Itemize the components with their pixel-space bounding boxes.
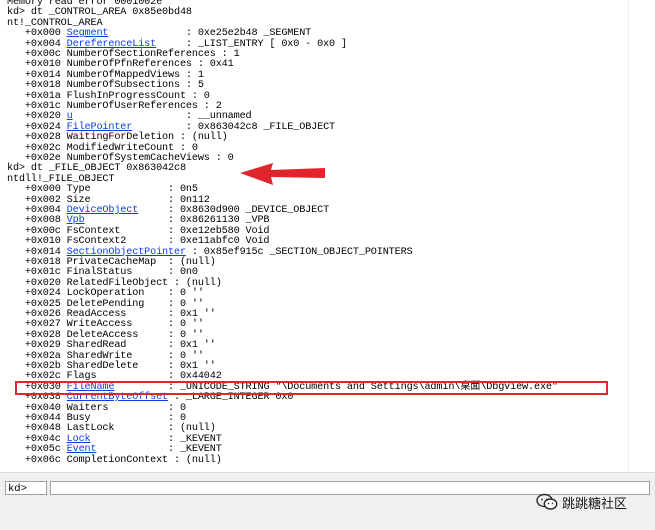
command-prompt-label: kd> (5, 481, 47, 495)
watermark-text: 跳跳糖社区 (562, 496, 628, 512)
field-link[interactable]: Vpb (67, 215, 85, 226)
output-text: : 0xe25e2b48 _SEGMENT (108, 28, 312, 40)
output-text: +0x02c ModifiedWriteCount : 0 (7, 142, 198, 154)
output-text: +0x028 WaitingForDeletion : (null) (7, 132, 228, 144)
output-text: +0x040 Waiters : 0 (7, 402, 186, 414)
output-text: +0x06c CompletionContext : (null) (7, 454, 222, 466)
output-text: +0x010 FsContext2 : 0xe11abfc0 Void (7, 236, 270, 248)
field-link[interactable]: Event (67, 444, 97, 455)
output-text: +0x020 (7, 111, 67, 123)
output-text: kd> dt _FILE_OBJECT 0x863042c8 (7, 163, 186, 175)
debugger-output: Memory read error 0001002e kd> dt _CONTRO… (0, 0, 628, 472)
output-text: : 0x86261130 _VPB (84, 215, 270, 227)
output-text: +0x010 NumberOfPfnReferences : 0x41 (7, 59, 234, 71)
output-text: +0x01a FlushInProgressCount : 0 (7, 90, 210, 102)
output-text: +0x04c (7, 433, 67, 445)
field-link[interactable]: Lock (67, 434, 91, 445)
output-text: +0x018 NumberOfSubsections : 5 (7, 80, 204, 92)
vertical-scrollbar[interactable] (628, 0, 655, 472)
output-text: ntdll!_FILE_OBJECT (7, 173, 115, 185)
output-text: +0x02a SharedWrite : 0 '' (7, 350, 204, 362)
output-text: : _LIST_ENTRY [ 0x0 - 0x0 ] (156, 38, 347, 50)
output-text: : _KEVENT (90, 433, 222, 445)
output-text: +0x029 SharedRead : 0x1 '' (7, 340, 216, 352)
output-text: +0x004 (7, 38, 67, 50)
watermark: 跳跳糖社区 (536, 491, 627, 513)
output-text: +0x024 LockOperation : 0 '' (7, 288, 204, 300)
output-text: : _KEVENT (96, 444, 222, 456)
output-text: : _LARGE_INTEGER 0x0 (168, 392, 294, 404)
output-text: +0x014 (7, 246, 67, 258)
output-text: +0x025 DeletePending : 0 '' (7, 298, 204, 310)
wechat-icon (536, 493, 558, 510)
output-text: kd> dt _CONTROL_AREA 0x85e0bd48 (7, 7, 192, 19)
output-text: : 0x85ef915c _SECTION_OBJECT_POINTERS (185, 246, 413, 258)
output-text: +0x002 Size : 0n112 (7, 194, 210, 206)
output-text: +0x01c FinalStatus : 0n0 (7, 267, 198, 279)
output-text: +0x008 (7, 215, 67, 227)
output-text: +0x05c (7, 444, 67, 456)
field-link[interactable]: Segment (67, 28, 109, 39)
field-link[interactable]: SectionObjectPointer (67, 247, 186, 258)
output-line: +0x06c CompletionContext : (null) (7, 454, 222, 466)
output-text: +0x02c Flags : 0x44042 (7, 371, 222, 383)
field-link[interactable]: CurrentByteOffset (67, 392, 169, 403)
output-text: +0x000 (7, 28, 67, 40)
output-text: +0x038 (7, 392, 67, 404)
output-text: +0x048 LastLock : (null) (7, 423, 216, 435)
field-link[interactable]: DereferenceList (67, 39, 157, 50)
output-text: +0x000 Type : 0n5 (7, 184, 198, 196)
output-text: +0x027 WriteAccess : 0 '' (7, 319, 204, 331)
output-text: : __unnamed (72, 111, 252, 123)
